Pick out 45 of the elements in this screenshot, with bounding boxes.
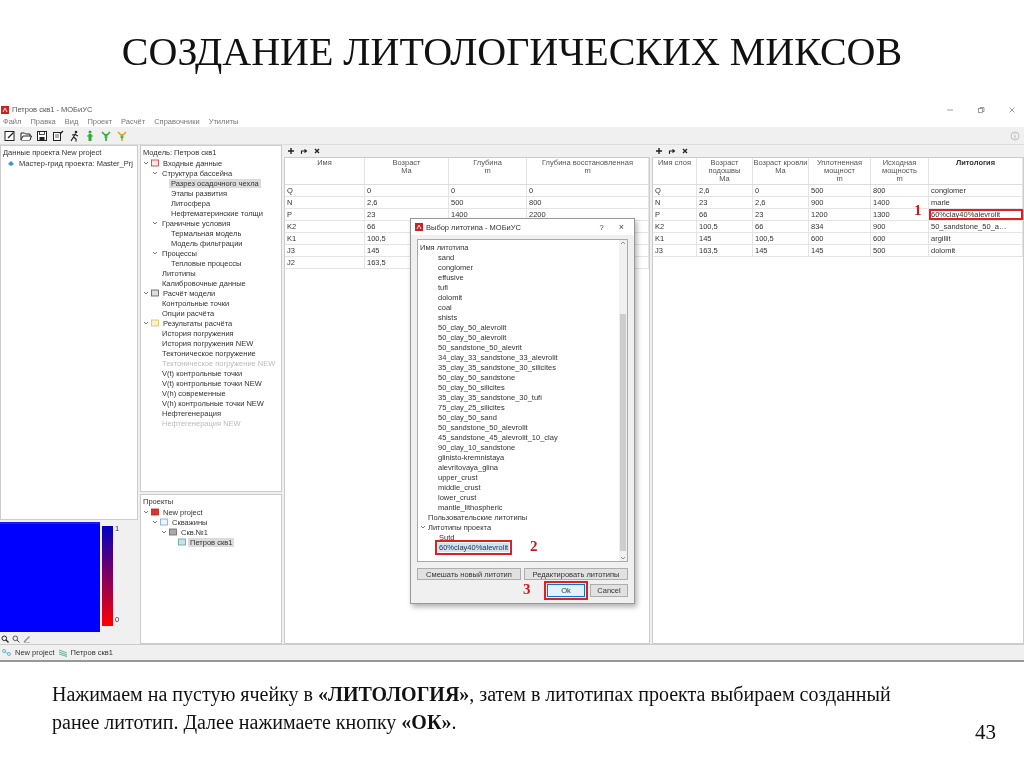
chevron-icon[interactable] [143,509,149,515]
chevron-icon[interactable] [152,170,158,176]
chevron-icon[interactable] [143,290,149,296]
delete-icon[interactable] [313,147,321,155]
delete-icon[interactable] [681,147,689,155]
section-icon [57,648,68,657]
chevron-icon[interactable] [143,320,149,326]
runner-icon[interactable] [68,129,80,142]
chevron-icon[interactable] [420,524,426,530]
zoom-icon[interactable] [12,635,20,643]
scroll-up-icon[interactable] [620,240,626,246]
node-icon [160,518,168,526]
node-icon [151,508,159,516]
node-icon [151,289,159,297]
node-icon [151,159,159,167]
search-icon[interactable] [1,635,9,643]
add-icon[interactable] [655,147,663,155]
close-button[interactable]: × [612,222,630,232]
scrollbar[interactable] [619,240,627,561]
node-icon [151,319,159,327]
close-icon[interactable] [1008,105,1016,114]
edit-icon[interactable] [4,129,16,142]
add-icon[interactable] [287,147,295,155]
slide-caption: Нажимаем на пустую ячейку в «ЛИТОЛОГИЯ», затем в литотипах проекта выбираем созданный ранее литотип. Далее нажимаете кнопку «ОК». [52,682,892,736]
callout-number: 3 [523,582,531,597]
chevron-icon[interactable] [152,519,158,525]
chevron-icon[interactable] [152,250,158,256]
callout-number: 2 [530,539,538,554]
node-icon [169,528,177,536]
redo-icon[interactable] [668,147,676,155]
node-icon [178,538,186,546]
scroll-down-icon[interactable] [620,555,626,561]
folder-icon[interactable] [20,129,32,142]
restore-icon[interactable] [977,105,985,114]
save-icon[interactable] [36,129,48,142]
redo-icon[interactable] [300,147,308,155]
page-number: 43 [975,720,996,745]
pencil-icon[interactable] [23,635,31,643]
slide-title: СОЗДАНИЕ ЛИТОЛОГИЧЕСКИХ МИКСОВ [121,28,903,75]
document-icon[interactable] [52,129,64,142]
app-icon [415,223,423,231]
chevron-icon[interactable] [143,160,149,166]
chevron-icon[interactable] [161,529,167,535]
network-icon [2,648,12,657]
chevron-icon[interactable] [152,220,158,226]
